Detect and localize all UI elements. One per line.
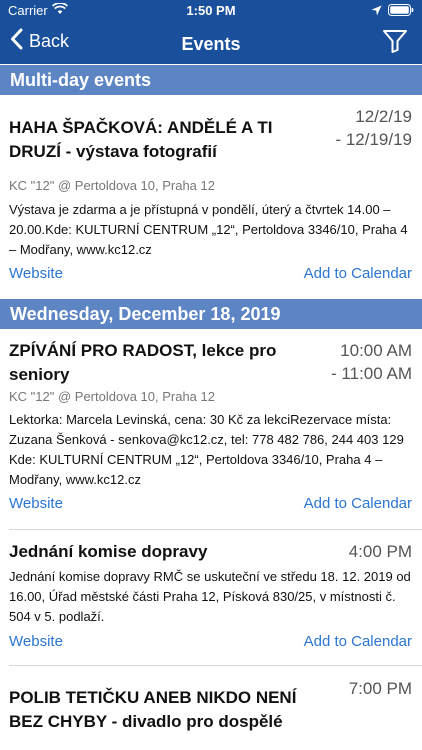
status-right-group xyxy=(371,4,414,19)
top-bar: Carrier 1:50 PM Back Events xyxy=(0,0,422,64)
event-location: KC "12" @ Pertoldova 10, Praha 12 xyxy=(9,178,215,193)
event-time-end: - 11:00 AM xyxy=(331,364,412,383)
event-card: ZPÍVÁNÍ PRO RADOST, lekce pro seniory 10… xyxy=(0,329,422,529)
website-link[interactable]: Website xyxy=(9,265,63,282)
event-title[interactable]: Jednání komise dopravy xyxy=(9,540,319,564)
add-to-calendar-link[interactable]: Add to Calendar xyxy=(304,265,412,282)
section-header-date: Wednesday, December 18, 2019 xyxy=(0,299,422,329)
location-arrow-icon xyxy=(371,4,382,19)
add-to-calendar-link[interactable]: Add to Calendar xyxy=(304,633,412,650)
event-description: Lektorka: Marcela Levinská, cena: 30 Kč … xyxy=(9,412,404,487)
page-title: Events xyxy=(181,34,241,54)
website-link[interactable]: Website xyxy=(9,495,63,512)
event-time-start: 10:00 AM xyxy=(340,341,412,360)
event-title[interactable]: POLIB TETIČKU ANEB NIKDO NENÍ BEZ CHYBY … xyxy=(9,686,329,734)
event-card: Jednání komise dopravy 4:00 PM Jednání k… xyxy=(0,530,422,665)
filter-button[interactable] xyxy=(382,28,408,59)
event-title[interactable]: HAHA ŠPAČKOVÁ: ANDĚLÉ A TI DRUZÍ - výsta… xyxy=(9,116,319,164)
event-description: Výstava je zdarma a je přístupná v pondě… xyxy=(9,202,408,257)
add-to-calendar-link[interactable]: Add to Calendar xyxy=(304,495,412,512)
status-time: 1:50 PM xyxy=(186,3,236,18)
event-time-start: 7:00 PM xyxy=(348,679,412,698)
event-time-start: 4:00 PM xyxy=(348,542,412,561)
nav-bar: Back Events xyxy=(0,22,422,64)
section-header-multi-day: Multi-day events xyxy=(0,65,422,95)
event-date-start: 12/2/19 xyxy=(355,107,412,126)
event-card: POLIB TETIČKU ANEB NIKDO NENÍ BEZ CHYBY … xyxy=(0,666,422,750)
status-bar: Carrier 1:50 PM xyxy=(0,0,422,20)
event-location: KC "12" @ Pertoldova 10, Praha 12 xyxy=(9,389,215,404)
filter-icon xyxy=(382,30,408,58)
event-description: Jednání komise dopravy RMČ se uskuteční … xyxy=(9,569,411,624)
website-link[interactable]: Website xyxy=(9,633,63,650)
battery-icon xyxy=(388,4,414,19)
event-date-end: - 12/19/19 xyxy=(335,130,412,149)
event-card: HAHA ŠPAČKOVÁ: ANDĚLÉ A TI DRUZÍ - výsta… xyxy=(0,95,422,295)
event-title[interactable]: ZPÍVÁNÍ PRO RADOST, lekce pro seniory xyxy=(9,339,319,387)
